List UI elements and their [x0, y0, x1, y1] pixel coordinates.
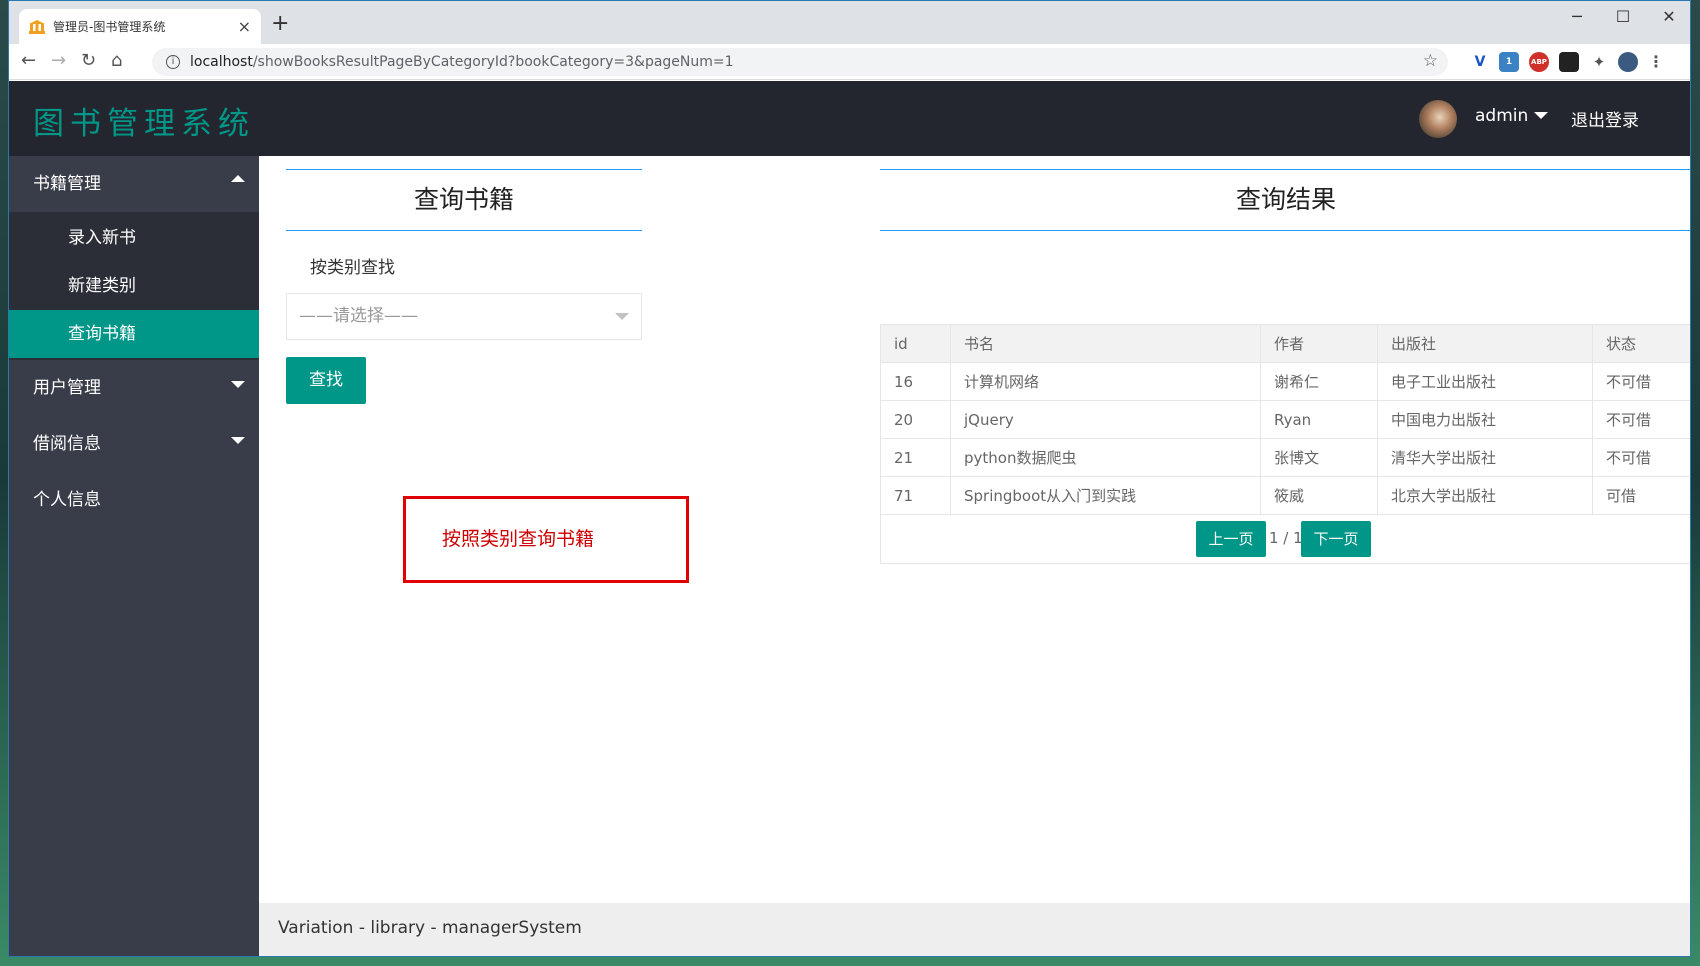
adblock-icon[interactable]: ABP — [1529, 52, 1549, 72]
cell-id: 16 — [880, 362, 951, 401]
chevron-down-icon — [615, 313, 629, 320]
app-logo: 图书管理系统 — [33, 106, 255, 142]
sidebar-item-label: 书籍管理 — [33, 174, 101, 194]
pagination: 上一页 1 / 1 下一页 — [880, 514, 1690, 564]
extensions-puzzle-icon[interactable]: ✦ — [1589, 52, 1609, 72]
cell-title: Springboot从入门到实践 — [950, 476, 1261, 515]
sidebar-item-borrow-info[interactable]: 借阅信息 — [9, 416, 259, 472]
sidebar-item-label: 用户管理 — [33, 378, 101, 398]
extension-reader-icon[interactable] — [1559, 52, 1579, 72]
sidebar-subitem-query-books[interactable]: 查询书籍 — [9, 310, 259, 358]
table-row: 21 python数据爬虫 张博文 清华大学出版社 不可借 — [880, 438, 1690, 477]
profile-avatar-icon[interactable] — [1618, 52, 1638, 72]
maximize-icon[interactable]: ☐ — [1603, 7, 1643, 26]
bookmark-star-icon[interactable]: ☆ — [1423, 51, 1438, 71]
category-select-placeholder: ——请选择—— — [299, 306, 418, 326]
extension-badge-icon[interactable]: 1 — [1499, 52, 1519, 72]
sidebar-item-label: 个人信息 — [33, 490, 101, 510]
caret-down-icon — [231, 437, 245, 444]
close-window-icon[interactable]: ✕ — [1649, 7, 1689, 26]
cell-author: 谢希仁 — [1260, 362, 1378, 401]
sidebar-subitem-add-book[interactable]: 录入新书 — [9, 214, 259, 262]
cell-id: 71 — [880, 476, 951, 515]
user-menu-caret-icon[interactable] — [1534, 112, 1548, 119]
browser-toolbar: ← → ↻ ⌂ i localhost /showBooksResultPage… — [9, 44, 1690, 80]
category-search-label: 按类别查找 — [310, 258, 395, 278]
tab-strip: 管理员-图书管理系统 × + ─ ☐ ✕ — [9, 1, 1690, 44]
main-content: 查询书籍 按类别查找 ——请选择—— 查找 按照类别查询书籍 查询结果 id 书… — [259, 156, 1690, 883]
cell-title: 计算机网络 — [950, 362, 1261, 401]
column-header-id: id — [880, 324, 951, 363]
column-header-publisher: 出版社 — [1377, 324, 1593, 363]
book-management-submenu: 录入新书 新建类别 查询书籍 — [9, 212, 259, 360]
cell-status: 不可借 — [1592, 362, 1690, 401]
table-row: 20 jQuery Ryan 中国电力出版社 不可借 — [880, 400, 1690, 439]
user-menu-name[interactable]: admin — [1475, 106, 1528, 126]
category-select[interactable]: ——请选择—— — [286, 293, 642, 340]
query-panel-title: 查询书籍 — [286, 169, 642, 231]
cell-publisher: 北京大学出版社 — [1377, 476, 1593, 515]
browser-tab[interactable]: 管理员-图书管理系统 × — [19, 9, 261, 44]
home-icon[interactable]: ⌂ — [111, 50, 122, 71]
cell-author: Ryan — [1260, 400, 1378, 439]
cell-author: 筱威 — [1260, 476, 1378, 515]
page-indicator: 1 / 1 — [1269, 529, 1303, 547]
sidebar-item-book-management[interactable]: 书籍管理 — [9, 156, 259, 212]
minimize-icon[interactable]: ─ — [1557, 7, 1597, 26]
cell-id: 21 — [880, 438, 951, 477]
sidebar-subitem-new-category[interactable]: 新建类别 — [9, 262, 259, 310]
cell-status: 可借 — [1592, 476, 1690, 515]
cell-publisher: 清华大学出版社 — [1377, 438, 1593, 477]
result-table: id 书名 作者 出版社 状态 16 计算机网络 谢希仁 电子工业出版社 不可借 — [880, 324, 1690, 515]
cell-publisher: 电子工业出版社 — [1377, 362, 1593, 401]
cell-title: python数据爬虫 — [950, 438, 1261, 477]
table-row: 71 Springboot从入门到实践 筱威 北京大学出版社 可借 — [880, 476, 1690, 515]
search-button[interactable]: 查找 — [286, 357, 366, 404]
cell-status: 不可借 — [1592, 400, 1690, 439]
caret-up-icon — [231, 175, 245, 182]
table-header-row: id 书名 作者 出版社 状态 — [880, 324, 1690, 363]
forward-icon[interactable]: → — [51, 50, 66, 71]
reload-icon[interactable]: ↻ — [81, 50, 96, 71]
logout-link[interactable]: 退出登录 — [1571, 106, 1639, 131]
app-header: 图书管理系统 admin 退出登录 — [9, 81, 1690, 156]
cell-publisher: 中国电力出版社 — [1377, 400, 1593, 439]
column-header-title: 书名 — [950, 324, 1261, 363]
cell-status: 不可借 — [1592, 438, 1690, 477]
result-panel-title: 查询结果 — [880, 169, 1690, 231]
browser-menu-icon[interactable]: ⋮ — [1646, 52, 1666, 72]
tab-close-icon[interactable]: × — [238, 17, 251, 36]
user-avatar[interactable] — [1419, 100, 1457, 138]
table-row: 16 计算机网络 谢希仁 电子工业出版社 不可借 — [880, 362, 1690, 401]
extension-v-icon[interactable]: V — [1470, 52, 1490, 72]
new-tab-button[interactable]: + — [271, 11, 289, 36]
web-page: 图书管理系统 admin 退出登录 书籍管理 录入新书 新建类别 查询书籍 用户… — [9, 81, 1690, 956]
prev-page-button[interactable]: 上一页 — [1196, 521, 1266, 557]
annotation-callout: 按照类别查询书籍 — [403, 496, 689, 583]
back-icon[interactable]: ← — [21, 50, 36, 71]
sidebar-item-personal-info[interactable]: 个人信息 — [9, 472, 259, 528]
library-favicon-icon — [29, 19, 45, 34]
next-page-button[interactable]: 下一页 — [1301, 521, 1371, 557]
column-header-author: 作者 — [1260, 324, 1378, 363]
site-info-icon[interactable]: i — [166, 55, 180, 69]
caret-down-icon — [231, 381, 245, 388]
cell-title: jQuery — [950, 400, 1261, 439]
url-path: /showBooksResultPageByCategoryId?bookCat… — [252, 54, 734, 70]
url-host: localhost — [190, 54, 253, 70]
sidebar-item-label: 借阅信息 — [33, 434, 101, 454]
cell-id: 20 — [880, 400, 951, 439]
cell-author: 张博文 — [1260, 438, 1378, 477]
sidebar: 书籍管理 录入新书 新建类别 查询书籍 用户管理 借阅信息 个人信息 — [9, 156, 259, 956]
tab-title: 管理员-图书管理系统 — [53, 20, 166, 34]
sidebar-item-user-management[interactable]: 用户管理 — [9, 360, 259, 416]
address-bar[interactable]: i localhost /showBooksResultPageByCatego… — [152, 48, 1448, 76]
page-footer: Variation - library - managerSystem — [259, 903, 1690, 956]
column-header-status: 状态 — [1592, 324, 1690, 363]
browser-window: 管理员-图书管理系统 × + ─ ☐ ✕ ← → ↻ ⌂ i localhost… — [8, 0, 1691, 957]
